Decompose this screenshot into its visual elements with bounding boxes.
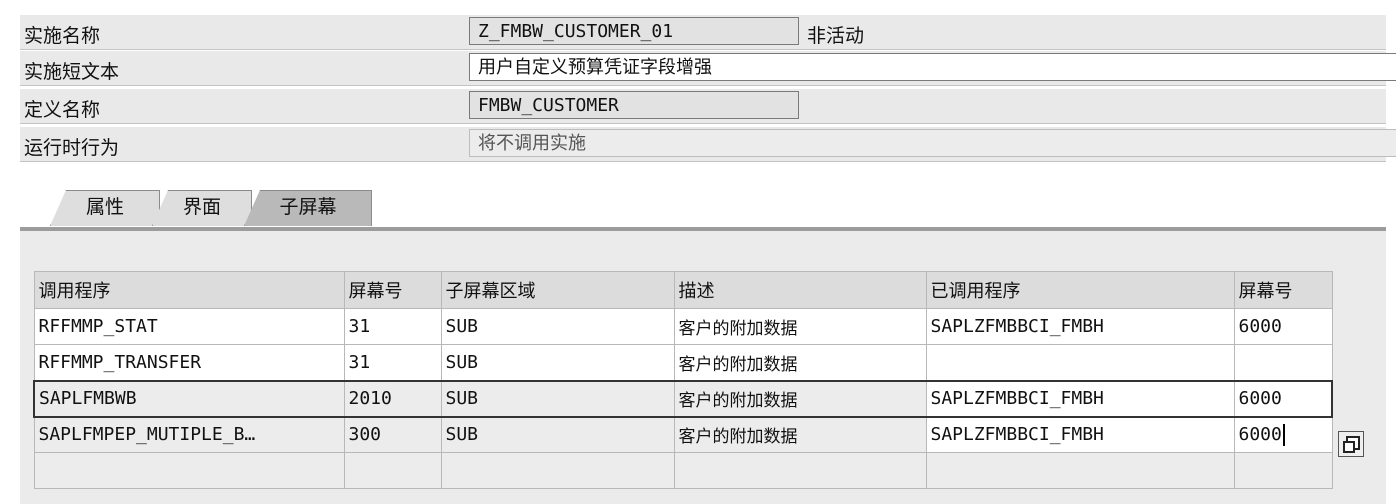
cell-empty[interactable] bbox=[1233, 452, 1333, 489]
impl-name-field[interactable]: Z_FMBW_CUSTOMER_01 bbox=[469, 17, 799, 45]
impl-name-label: 实施名称 bbox=[24, 25, 101, 47]
tab-interface-label: 界面 bbox=[182, 196, 221, 218]
cell-called-program[interactable]: SAPLZFMBBCI_FMBH bbox=[925, 416, 1235, 453]
cell-empty[interactable] bbox=[343, 452, 442, 489]
cell-calling-program[interactable]: SAPLFMPEP_MUTIPLE_B… bbox=[33, 416, 345, 453]
cell-calling-program[interactable]: SAPLFMBWB bbox=[33, 379, 345, 418]
cell-screen-number[interactable]: 300 bbox=[343, 416, 442, 453]
short-text-label: 实施短文本 bbox=[24, 61, 120, 83]
tab-attributes-label: 属性 bbox=[85, 196, 124, 218]
tab-strip: 属性 界面 子屏幕 bbox=[20, 180, 1386, 228]
table-header-row: 调用程序 屏幕号 子屏幕区域 描述 已调用程序 屏幕号 bbox=[33, 271, 1333, 309]
value-help-icon[interactable] bbox=[1338, 431, 1364, 457]
cell-empty[interactable] bbox=[33, 452, 345, 489]
short-text-row: 实施短文本 用户自定义预算凭证字段增强 bbox=[20, 51, 1396, 86]
cell-description[interactable]: 客户的附加数据 bbox=[673, 416, 927, 453]
short-text-field[interactable]: 用户自定义预算凭证字段增强 bbox=[469, 53, 1396, 81]
col-description[interactable]: 描述 bbox=[673, 271, 927, 309]
cell-called-program[interactable] bbox=[925, 344, 1235, 381]
cell-called-screen-number[interactable]: 6000 bbox=[1233, 416, 1333, 453]
cell-subscreen-area[interactable]: SUB bbox=[440, 379, 675, 418]
col-screen-number[interactable]: 屏幕号 bbox=[343, 271, 442, 309]
def-name-field[interactable]: FMBW_CUSTOMER bbox=[469, 91, 799, 119]
col-called-program[interactable]: 已调用程序 bbox=[925, 271, 1235, 309]
text-cursor bbox=[1282, 423, 1285, 446]
cell-empty[interactable] bbox=[673, 452, 927, 489]
cell-empty[interactable] bbox=[440, 452, 675, 489]
col-calling-program[interactable]: 调用程序 bbox=[33, 271, 345, 309]
cell-subscreen-area[interactable]: SUB bbox=[440, 308, 675, 345]
table-row[interactable]: RFFMMP_TRANSFER 31 SUB 客户的附加数据 bbox=[33, 344, 1333, 381]
cell-called-screen-number[interactable]: 6000 bbox=[1233, 308, 1333, 345]
impl-status-text: 非活动 bbox=[807, 25, 865, 47]
cell-calling-program[interactable]: RFFMMP_STAT bbox=[33, 308, 345, 345]
cell-description[interactable]: 客户的附加数据 bbox=[673, 308, 927, 345]
def-name-label: 定义名称 bbox=[24, 99, 101, 121]
cell-screen-number[interactable]: 31 bbox=[343, 344, 442, 381]
cell-description[interactable]: 客户的附加数据 bbox=[673, 379, 927, 418]
table-row-selected[interactable]: SAPLFMBWB 2010 SUB 客户的附加数据 SAPLZFMBBCI_F… bbox=[33, 379, 1333, 418]
tab-attributes[interactable]: 属性 bbox=[50, 190, 160, 226]
cell-called-screen-number[interactable] bbox=[1233, 344, 1333, 381]
impl-name-row: 实施名称 Z_FMBW_CUSTOMER_01 非活动 bbox=[20, 15, 1386, 50]
cell-subscreen-area[interactable]: SUB bbox=[440, 416, 675, 453]
cell-subscreen-area[interactable]: SUB bbox=[440, 344, 675, 381]
cell-called-screen-number[interactable]: 6000 bbox=[1233, 379, 1333, 418]
tab-interface[interactable]: 界面 bbox=[152, 190, 252, 226]
table-row[interactable]: SAPLFMPEP_MUTIPLE_B… 300 SUB 客户的附加数据 SAP… bbox=[33, 416, 1333, 453]
def-name-row: 定义名称 FMBW_CUSTOMER bbox=[20, 89, 1386, 124]
table-row-empty[interactable] bbox=[33, 452, 1333, 489]
col-called-screen-number[interactable]: 屏幕号 bbox=[1233, 271, 1333, 309]
tab-subscreens-label: 子屏幕 bbox=[279, 196, 337, 218]
cell-calling-program[interactable]: RFFMMP_TRANSFER bbox=[33, 344, 345, 381]
subscreen-table: 调用程序 屏幕号 子屏幕区域 描述 已调用程序 屏幕号 RFFMMP_STAT … bbox=[33, 271, 1333, 489]
runtime-field: 将不调用实施 bbox=[469, 129, 1396, 157]
runtime-label: 运行时行为 bbox=[24, 137, 120, 159]
cell-called-program[interactable]: SAPLZFMBBCI_FMBH bbox=[925, 308, 1235, 345]
table-row[interactable]: RFFMMP_STAT 31 SUB 客户的附加数据 SAPLZFMBBCI_F… bbox=[33, 308, 1333, 345]
cell-empty[interactable] bbox=[925, 452, 1235, 489]
runtime-row: 运行时行为 将不调用实施 bbox=[20, 127, 1396, 162]
col-subscreen-area[interactable]: 子屏幕区域 bbox=[440, 271, 675, 309]
tab-subscreens[interactable]: 子屏幕 bbox=[244, 190, 372, 226]
cell-called-screen-number-value: 6000 bbox=[1238, 423, 1282, 445]
cell-screen-number[interactable]: 2010 bbox=[343, 379, 442, 418]
cell-screen-number[interactable]: 31 bbox=[343, 308, 442, 345]
cell-called-program[interactable]: SAPLZFMBBCI_FMBH bbox=[925, 379, 1235, 418]
cell-description[interactable]: 客户的附加数据 bbox=[673, 344, 927, 381]
